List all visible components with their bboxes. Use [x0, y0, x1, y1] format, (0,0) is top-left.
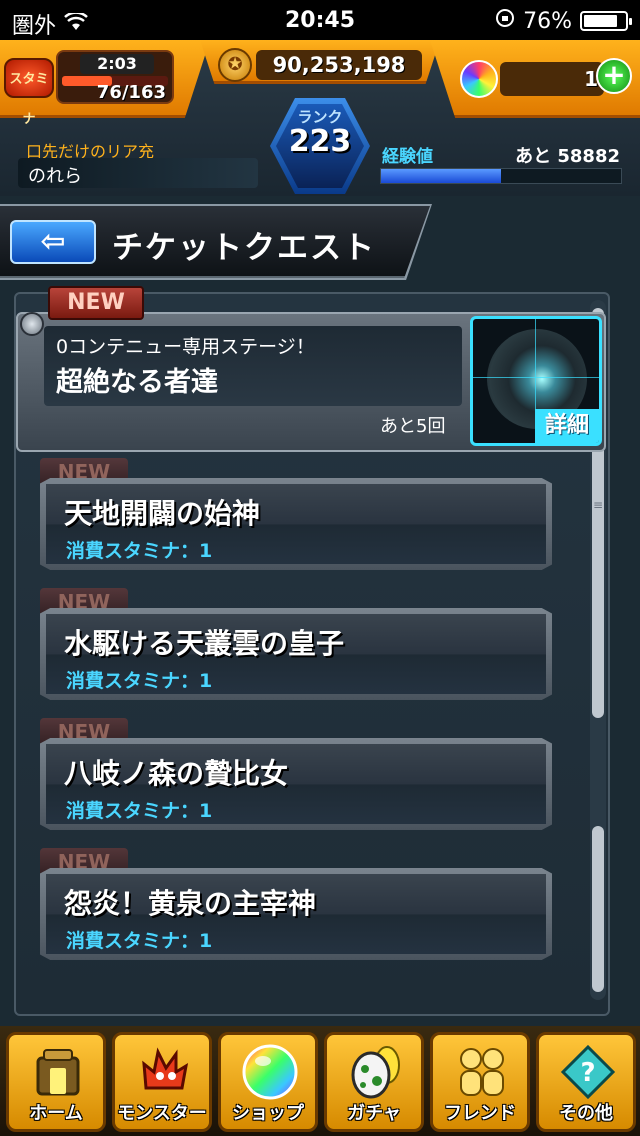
gacha-egg-icon [345, 1041, 407, 1103]
battery-percent: 76% [523, 8, 572, 34]
rank-value: 223 [288, 124, 352, 159]
detail-label: 詳細 [535, 409, 599, 443]
stamina-timer: 2:03 [80, 54, 154, 74]
exp-bar [380, 168, 622, 184]
quest-stamina-cost: 消費スタミナ：1 [66, 930, 213, 952]
nav-label: ショップ [232, 1103, 304, 1124]
user-name-box: のれら [18, 158, 258, 188]
battery-icon [580, 11, 632, 31]
exp-label: 経験値 [382, 147, 433, 167]
quest-item-inner: 水駆ける天叢雲の皇子 消費スタミナ：1 [46, 614, 546, 694]
exp-bar-fill [381, 169, 501, 183]
featured-quest-title: 超絶なる者達 [56, 367, 218, 398]
quest-item[interactable]: 怨炎！黄泉の主宰神 消費スタミナ：1 [40, 868, 552, 960]
nav-gacha-button[interactable]: ガチャ [324, 1032, 424, 1132]
featured-quest-subtitle: 0コンテニュー専用ステージ！ [56, 336, 315, 358]
detail-button[interactable]: 詳細 [470, 316, 602, 446]
quest-title: 怨炎！黄泉の主宰神 [64, 887, 317, 920]
quest-item[interactable]: 八岐ノ森の贄比女 消費スタミナ：1 [40, 738, 552, 830]
gold-amount: 90,253,198 [256, 50, 422, 80]
stamina-count: 76/163 [96, 82, 166, 103]
quest-title: 八岐ノ森の贄比女 [64, 757, 289, 790]
back-button[interactable]: ⇦ [10, 220, 96, 264]
svg-text:?: ? [580, 1058, 595, 1088]
crosshair-h [473, 377, 599, 378]
orb-icon [460, 60, 498, 98]
quest-stamina-cost: 消費スタミナ：1 [66, 540, 213, 562]
user-name: のれら [28, 166, 82, 187]
quest-item-inner: 天地開闢の始神 消費スタミナ：1 [46, 484, 546, 564]
home-icon [27, 1041, 89, 1103]
nav-monster-button[interactable]: モンスター [112, 1032, 212, 1132]
shop-orb-icon [239, 1041, 301, 1103]
quest-stamina-cost: 消費スタミナ：1 [66, 800, 213, 822]
add-orb-button[interactable]: + [596, 58, 632, 94]
gold-coin-icon: ✪ [218, 48, 252, 82]
stamina-icon: スタミナ [4, 58, 54, 127]
quest-item[interactable]: 天地開闢の始神 消費スタミナ：1 [40, 478, 552, 570]
status-bar: 圏外 20:45 76% [0, 0, 640, 40]
scrollbar-lower-thumb[interactable] [592, 826, 604, 992]
monster-icon [133, 1041, 195, 1103]
nav-label: モンスター [117, 1103, 207, 1124]
nav-home-button[interactable]: ホーム [6, 1032, 106, 1132]
quest-stamina-cost: 消費スタミナ：1 [66, 670, 213, 692]
quest-title: 水駆ける天叢雲の皇子 [64, 627, 345, 660]
quest-item-inner: 怨炎！黄泉の主宰神 消費スタミナ：1 [46, 874, 546, 954]
stamina-box: 2:03 76/163 [56, 50, 174, 104]
quest-title: 天地開闢の始神 [64, 497, 261, 530]
nav-shop-button[interactable]: ショップ [218, 1032, 318, 1132]
rotation-lock-icon [495, 8, 515, 34]
nav-label: ガチャ [347, 1103, 401, 1124]
new-badge: NEW [48, 286, 144, 320]
friends-icon [451, 1041, 513, 1103]
page-title: チケットクエスト [112, 230, 376, 266]
nav-label: その他 [559, 1103, 613, 1124]
player-header: スタミナ 2:03 76/163 ✪ 90,253,198 1 + 口先だけのリ… [0, 40, 640, 196]
back-arrow-icon: ⇦ [40, 224, 66, 259]
exp-remaining: あと 58882 [515, 146, 620, 167]
quest-item[interactable]: 水駆ける天叢雲の皇子 消費スタミナ：1 [40, 608, 552, 700]
nav-friend-button[interactable]: フレンド [430, 1032, 530, 1132]
card-rivet-icon [20, 312, 44, 336]
quest-item-inner: 八岐ノ森の贄比女 消費スタミナ：1 [46, 744, 546, 824]
orb-count: 1 [500, 62, 604, 96]
nav-label: ホーム [29, 1103, 83, 1124]
battery-area: 76% [495, 8, 632, 34]
featured-remaining-count: あと5回 [380, 416, 446, 437]
nav-label: フレンド [444, 1103, 516, 1124]
nav-other-button[interactable]: ? その他 [536, 1032, 636, 1132]
other-icon: ? [557, 1041, 619, 1103]
